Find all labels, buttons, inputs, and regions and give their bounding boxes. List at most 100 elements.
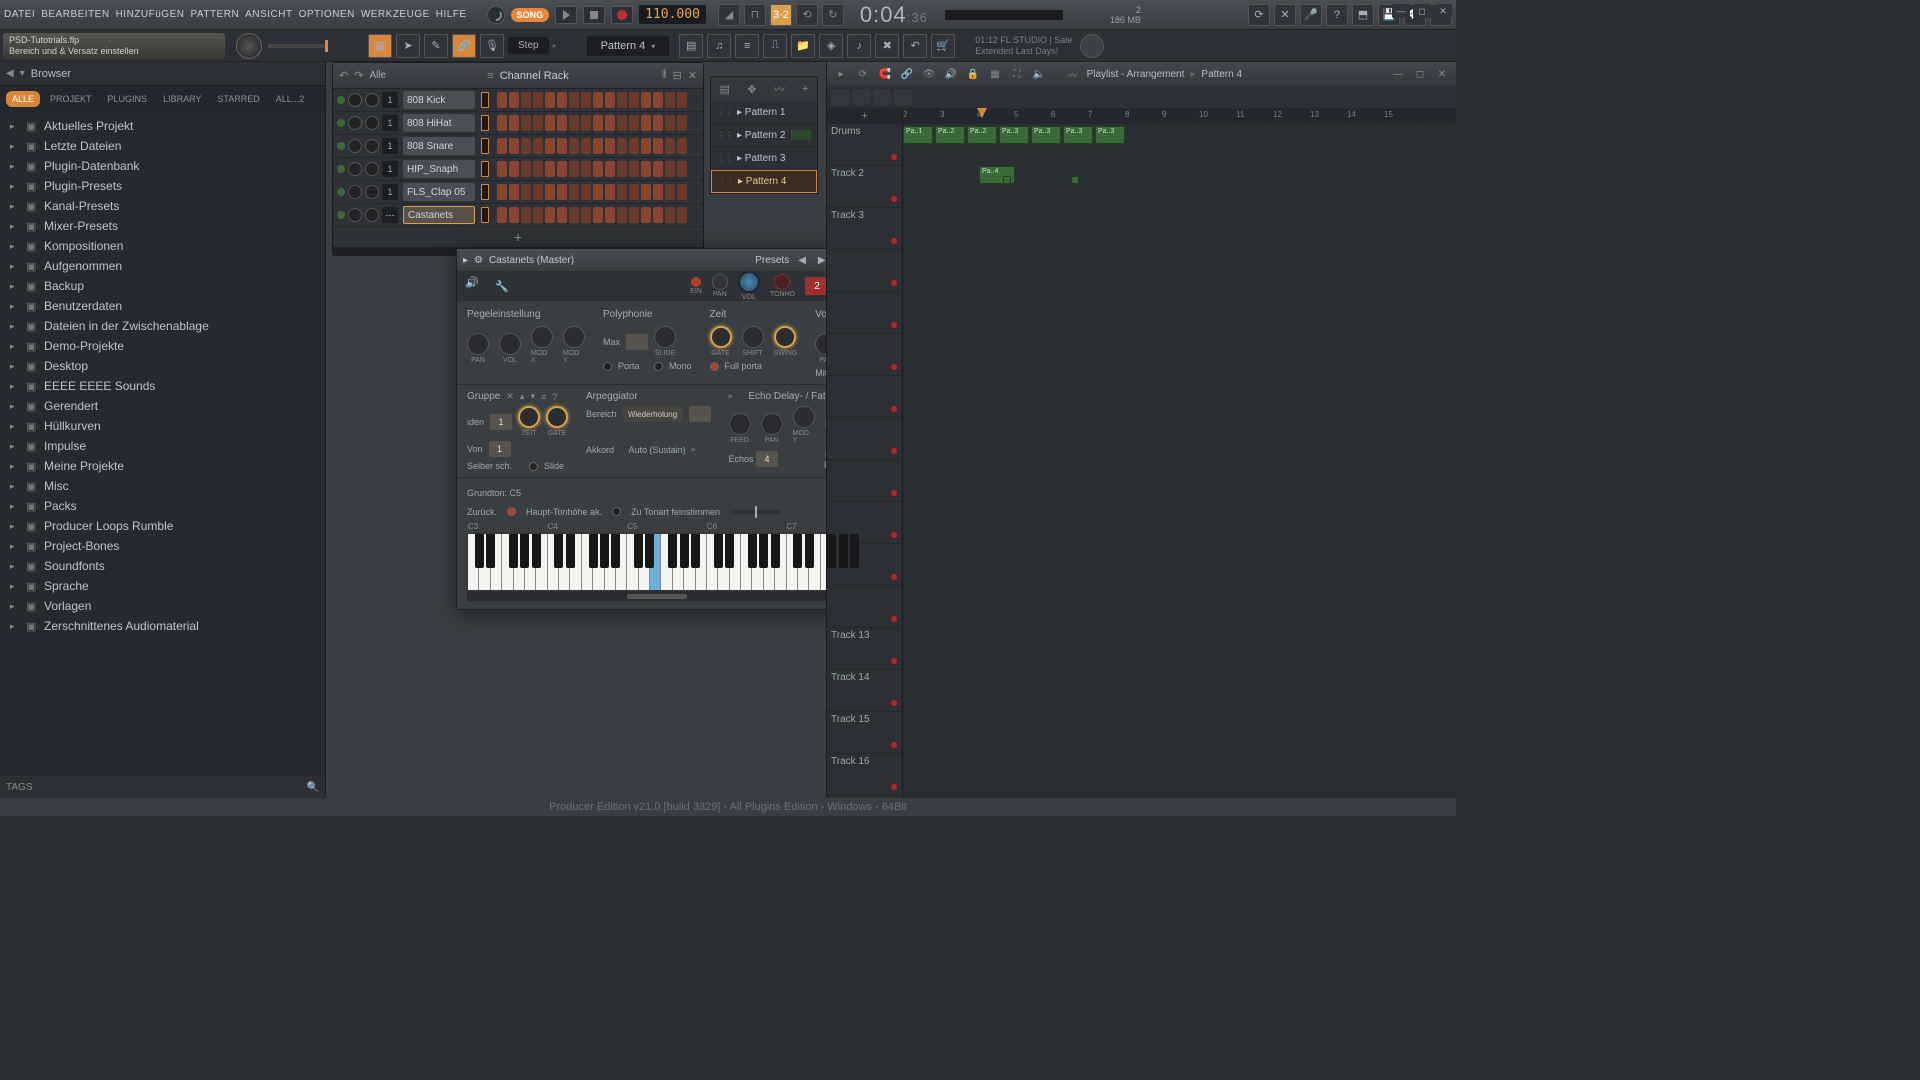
ch-route[interactable]: 1	[382, 184, 398, 200]
view-close-icon[interactable]: ✖	[875, 34, 899, 58]
tree-item[interactable]: ▸▣Misc	[0, 476, 325, 496]
channel-name[interactable]: 808 Snare	[403, 137, 475, 155]
pattern-item[interactable]: ⋮⋮▸ Pattern 1	[711, 101, 817, 124]
black-key[interactable]	[554, 534, 563, 568]
playlist-clip[interactable]: Pa..3	[999, 126, 1029, 144]
pl-sync-icon[interactable]: ⟳	[855, 69, 871, 80]
chrack-category[interactable]: Alle	[369, 70, 386, 81]
menu-ansicht[interactable]: ANSICHT	[245, 9, 292, 20]
snap-paint-icon[interactable]: ✎	[424, 34, 448, 58]
tree-item[interactable]: ▸▣Aufgenommen	[0, 256, 325, 276]
time-display[interactable]: 0:04:36	[860, 2, 928, 28]
grp-dn-icon[interactable]: ▾	[530, 391, 535, 402]
tree-item[interactable]: ▸▣Letzte Dateien	[0, 136, 325, 156]
pl-min-icon[interactable]: —	[1390, 69, 1406, 80]
tree-item[interactable]: ▸▣Kompositionen	[0, 236, 325, 256]
k-emody[interactable]	[793, 406, 815, 428]
black-key[interactable]	[850, 534, 859, 568]
pl-max-icon[interactable]: ◻	[1412, 69, 1428, 80]
black-key[interactable]	[691, 534, 700, 568]
pl-spk-icon[interactable]: 🔈	[1031, 69, 1047, 80]
search-icon[interactable]: 🔍	[307, 782, 319, 793]
poly-max[interactable]	[626, 334, 648, 350]
playlist-clip[interactable]: Pa..3	[1031, 126, 1061, 144]
loop-icon[interactable]: ↻	[822, 4, 844, 26]
view-shop-icon[interactable]: 🛒	[931, 34, 955, 58]
k-modx[interactable]	[531, 326, 553, 348]
ch-pan-knob[interactable]	[348, 139, 362, 153]
mic-icon[interactable]: 🎤	[1300, 4, 1322, 26]
playlist-track-header[interactable]: Drums	[827, 124, 902, 166]
pl-link-icon[interactable]: 🔗	[899, 69, 915, 80]
chrack-graph-icon[interactable]: ⫴	[662, 69, 667, 82]
browser-tab-starred[interactable]: STARRED	[211, 91, 265, 107]
black-key[interactable]	[509, 534, 518, 568]
countdown-icon[interactable]: 3·2	[770, 4, 792, 26]
pl-lock-icon[interactable]: 🔒	[965, 69, 981, 80]
tempo-display[interactable]: 110.000	[639, 5, 706, 24]
ch-route[interactable]: 1	[382, 115, 398, 131]
playlist-clip[interactable]: Pa..3	[1063, 126, 1093, 144]
pl-wave-icon[interactable]: 〰	[1065, 67, 1081, 82]
playlist-clip[interactable]: Pa..2	[935, 126, 965, 144]
browser-tab-more[interactable]: ALL...2	[270, 91, 311, 107]
ch-vol-knob[interactable]	[365, 93, 379, 107]
tree-item[interactable]: ▸▣Dateien in der Zwischenablage	[0, 316, 325, 336]
menu-optionen[interactable]: OPTIONEN	[299, 9, 355, 20]
tree-item[interactable]: ▸▣EEEE EEEE Sounds	[0, 376, 325, 396]
channel-name[interactable]: FLS_Clap 05	[403, 183, 475, 201]
pl-tool-paint[interactable]	[852, 89, 870, 105]
tree-item[interactable]: ▸▣Kanal-Presets	[0, 196, 325, 216]
pl-close-icon[interactable]: ✕	[1434, 69, 1450, 80]
ch-pan-knob[interactable]	[348, 185, 362, 199]
piano-scrollbar[interactable]	[467, 591, 867, 601]
mute-led[interactable]	[337, 211, 345, 219]
playlist-track-header[interactable]	[827, 250, 902, 292]
arp-wdh[interactable]	[689, 406, 711, 422]
pattern-selector[interactable]: Pattern 4	[587, 36, 670, 56]
playlist-track-header[interactable]: Track 13	[827, 628, 902, 670]
black-key[interactable]	[839, 534, 848, 568]
tree-item[interactable]: ▸▣Sprache	[0, 576, 325, 596]
playlist-clip[interactable]	[1071, 176, 1079, 184]
track-mute-led[interactable]	[890, 699, 898, 707]
pl-grid-icon[interactable]: ▦	[987, 69, 1003, 80]
grp-eq-icon[interactable]: ≡	[541, 392, 546, 402]
black-key[interactable]	[475, 534, 484, 568]
step-sequencer[interactable]	[497, 184, 687, 200]
black-key[interactable]	[680, 534, 689, 568]
channel-name[interactable]: HIP_Snaph	[403, 160, 475, 178]
wait-icon[interactable]: ⊓	[744, 4, 766, 26]
channel-row[interactable]: 1 FLS_Clap 05	[333, 181, 703, 204]
reset-btn[interactable]: Zurück.	[467, 507, 497, 517]
mute-led[interactable]	[337, 96, 345, 104]
menu-werkzeuge[interactable]: WERKZEUGE	[361, 9, 430, 20]
track-mute-led[interactable]	[890, 783, 898, 791]
black-key[interactable]	[532, 534, 541, 568]
browser-tab-projekt[interactable]: PROJEKT	[44, 91, 98, 107]
tree-item[interactable]: ▸▣Hüllkurven	[0, 416, 325, 436]
undo-history-icon[interactable]: ⟳	[1248, 4, 1270, 26]
k-epan[interactable]	[761, 413, 783, 435]
maximize-button[interactable]: ◻	[1413, 4, 1431, 18]
ch-route[interactable]: 1	[382, 92, 398, 108]
view-piano-icon[interactable]: ♫	[707, 34, 731, 58]
chset-presets[interactable]: Presets	[755, 255, 789, 266]
wrench-icon[interactable]: 🔧	[495, 280, 509, 293]
menu-hinzufugen[interactable]: HINZUFüGEN	[116, 9, 185, 20]
echos-val[interactable]: 4	[756, 451, 778, 467]
snap-value[interactable]: Step	[508, 37, 549, 54]
browser-tab-alle[interactable]: ALLE	[6, 91, 40, 107]
mute-led[interactable]	[337, 119, 345, 127]
von-val[interactable]: 1	[489, 441, 511, 457]
tree-item[interactable]: ▸▣Benutzerdaten	[0, 296, 325, 316]
tree-item[interactable]: ▸▣Meine Projekte	[0, 456, 325, 476]
pl-eye-icon[interactable]: 👁	[921, 69, 937, 80]
chset-prev-icon[interactable]: ◀	[795, 255, 809, 266]
playlist-clip[interactable]: Pa..2	[967, 126, 997, 144]
chrack-step-icon[interactable]: ⊟	[673, 69, 682, 82]
pitch-knob[interactable]	[774, 274, 790, 290]
view-tempo-icon[interactable]: ♪	[847, 34, 871, 58]
k-swing[interactable]	[774, 326, 796, 348]
tree-item[interactable]: ▸▣Demo-Projekte	[0, 336, 325, 356]
